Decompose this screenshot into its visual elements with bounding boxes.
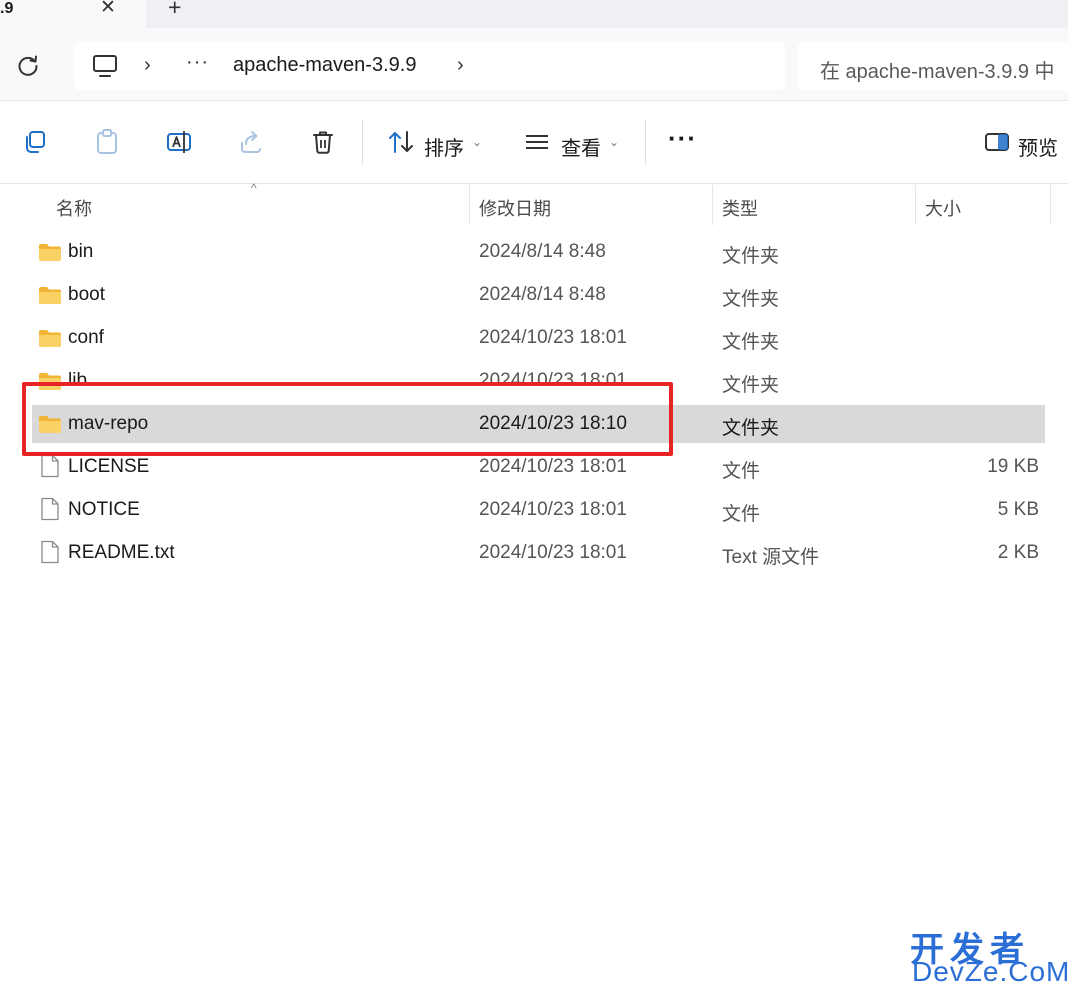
watermark-en: DevZe.CoM (912, 956, 1068, 987)
close-icon[interactable]: ✕ (100, 0, 116, 19)
column-header-date[interactable]: 修改日期 (479, 195, 551, 221)
file-date: 2024/8/14 8:48 (479, 284, 606, 305)
breadcrumb-more[interactable]: ··· (186, 51, 209, 74)
navigation-bar: › ··· apache-maven-3.9.9 › 在 apache-mave… (0, 28, 1068, 100)
file-icon (40, 497, 60, 526)
column-header-name[interactable]: 名称 (56, 195, 92, 221)
file-name: boot (68, 284, 105, 305)
view-icon[interactable] (522, 127, 552, 157)
copy-icon[interactable] (20, 127, 50, 157)
paste-icon[interactable] (92, 127, 122, 157)
rename-icon[interactable] (164, 127, 194, 157)
red-highlight-box (22, 382, 673, 456)
tab-title: .9 (0, 0, 14, 17)
folder-icon (38, 242, 62, 267)
column-header-size[interactable]: 大小 (925, 195, 961, 221)
new-tab-button[interactable]: + (168, 0, 181, 21)
file-type: 文件夹 (722, 332, 780, 353)
chevron-down-icon[interactable]: ⌄ (472, 135, 482, 149)
computer-icon[interactable] (92, 54, 118, 83)
sort-button[interactable]: 排序 (424, 132, 464, 161)
delete-icon[interactable] (308, 127, 338, 157)
view-button[interactable]: 查看 (561, 132, 601, 161)
preview-button[interactable]: 预览 (1018, 132, 1058, 161)
toolbar-divider (645, 119, 646, 165)
file-row[interactable]: boot 2024/8/14 8:48 文件夹 (32, 276, 1045, 314)
file-size: 2 KB (997, 542, 1039, 563)
file-type: 文件 (722, 461, 761, 482)
breadcrumb-chevron-icon[interactable]: › (457, 54, 464, 77)
column-divider[interactable] (712, 185, 713, 225)
file-type: 文件夹 (722, 375, 780, 396)
file-name: README.txt (68, 542, 175, 563)
file-type: 文件夹 (722, 418, 780, 439)
toolbar-divider (362, 119, 363, 165)
file-type: 文件 (722, 504, 761, 525)
file-date: 2024/10/23 18:01 (479, 327, 627, 348)
column-divider[interactable] (469, 185, 470, 225)
file-type: Text 源文件 (722, 547, 820, 568)
file-type: 文件夹 (722, 289, 780, 310)
file-row[interactable]: bin 2024/8/14 8:48 文件夹 (32, 233, 1045, 271)
breadcrumb-chevron-icon[interactable]: › (144, 54, 151, 77)
column-divider[interactable] (1050, 185, 1051, 225)
file-name: bin (68, 241, 94, 262)
file-size: 19 KB (987, 456, 1039, 477)
preview-pane-icon[interactable] (982, 127, 1012, 157)
command-bar: 排序 ⌄ 查看 ⌄ ··· 预览 (0, 100, 1068, 184)
sort-icon[interactable] (386, 127, 416, 157)
file-row[interactable]: conf 2024/10/23 18:01 文件夹 (32, 319, 1045, 357)
file-name: NOTICE (68, 499, 140, 520)
more-options-button[interactable]: ··· (668, 123, 697, 154)
tab-apache-maven[interactable]: .9 ✕ (0, 0, 146, 28)
tab-strip: .9 ✕ + (0, 0, 1068, 28)
file-icon (40, 454, 60, 483)
refresh-icon[interactable] (14, 52, 42, 80)
share-icon[interactable] (236, 127, 266, 157)
column-divider[interactable] (915, 185, 916, 225)
folder-icon (38, 328, 62, 353)
search-placeholder: 在 apache-maven-3.9.9 中 (820, 61, 1055, 83)
file-icon (40, 540, 60, 569)
file-size: 5 KB (997, 499, 1039, 520)
file-date: 2024/8/14 8:48 (479, 241, 606, 262)
file-date: 2024/10/23 18:01 (479, 456, 627, 477)
file-row[interactable]: NOTICE 2024/10/23 18:01 文件 5 KB (32, 491, 1045, 529)
sort-ascending-icon: ^ (251, 181, 257, 195)
folder-icon (38, 285, 62, 310)
file-name: LICENSE (68, 456, 150, 477)
file-type: 文件夹 (722, 246, 780, 267)
file-name: conf (68, 327, 104, 348)
chevron-down-icon[interactable]: ⌄ (609, 135, 619, 149)
breadcrumb-current[interactable]: apache-maven-3.9.9 (233, 54, 416, 77)
column-header-type[interactable]: 类型 (722, 195, 758, 221)
file-date: 2024/10/23 18:01 (479, 499, 627, 520)
file-date: 2024/10/23 18:01 (479, 542, 627, 563)
search-input[interactable]: 在 apache-maven-3.9.9 中 (798, 42, 1068, 90)
address-bar[interactable]: › ··· apache-maven-3.9.9 › (74, 42, 785, 90)
file-row[interactable]: README.txt 2024/10/23 18:01 Text 源文件 2 KB (32, 534, 1045, 572)
